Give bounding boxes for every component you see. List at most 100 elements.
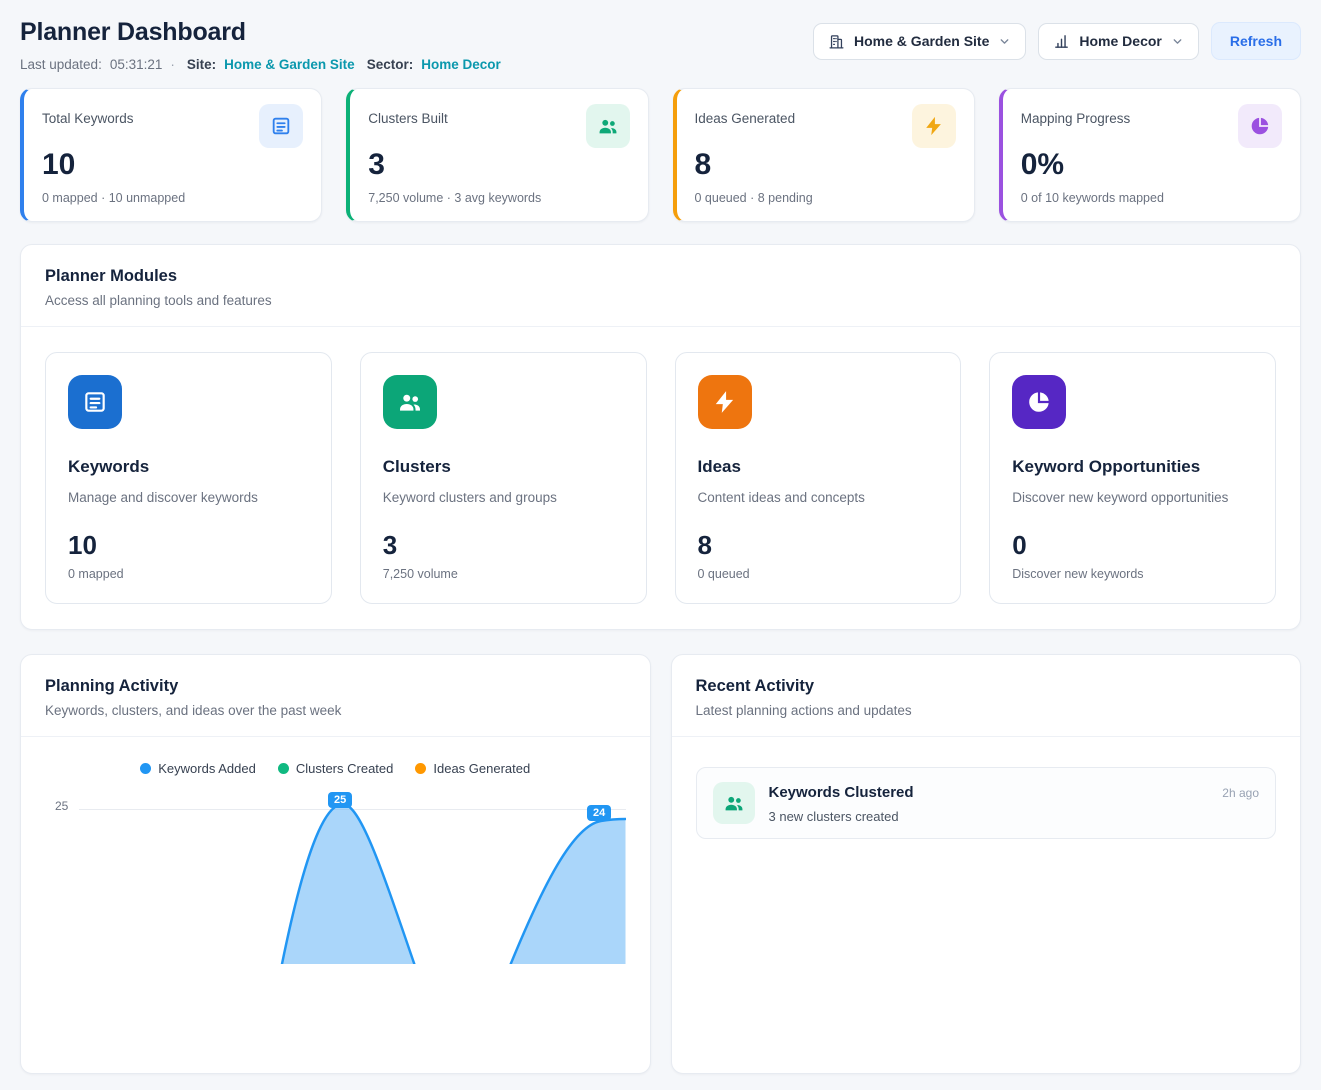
stat-card-ideas-generated: Ideas Generated 8 0 queued · 8 pending — [673, 88, 975, 222]
site-selector-label: Home & Garden Site — [854, 33, 989, 49]
document-icon — [68, 375, 122, 429]
stat-label: Ideas Generated — [695, 104, 796, 126]
planner-modules-panel: Planner Modules Access all planning tool… — [20, 244, 1301, 630]
legend-label: Clusters Created — [296, 761, 394, 776]
module-detail: 7,250 volume — [383, 567, 624, 581]
module-value: 3 — [383, 531, 624, 560]
planner-dashboard-page: Planner Dashboard Last updated: 05:31:21… — [0, 0, 1321, 1090]
legend-item-clusters-created: Clusters Created — [278, 761, 394, 776]
module-value: 0 — [1012, 531, 1253, 560]
module-title: Clusters — [383, 457, 624, 477]
module-description: Manage and discover keywords — [68, 490, 309, 505]
lightning-icon — [912, 104, 956, 148]
legend-item-ideas-generated: Ideas Generated — [415, 761, 530, 776]
sector-label: Sector: — [367, 57, 414, 72]
activity-timestamp: 2h ago — [1222, 782, 1259, 800]
pie-chart-icon — [1238, 104, 1282, 148]
module-card-keyword-opportunities[interactable]: Keyword Opportunities Discover new keywo… — [989, 352, 1276, 604]
activity-list: Keywords Clustered 3 new clusters create… — [672, 737, 1301, 863]
module-title: Keyword Opportunities — [1012, 457, 1253, 477]
keywords-added-area-series — [79, 784, 626, 964]
sector-link[interactable]: Home Decor — [421, 57, 501, 72]
data-point-badge: 24 — [587, 805, 611, 821]
pie-chart-icon — [1012, 375, 1066, 429]
module-detail: 0 queued — [698, 567, 939, 581]
module-title: Keywords — [68, 457, 309, 477]
module-detail: 0 mapped — [68, 567, 309, 581]
module-description: Keyword clusters and groups — [383, 490, 624, 505]
meta-separator: · — [170, 57, 175, 72]
stats-row: Total Keywords 10 0 mapped · 10 unmapped… — [20, 88, 1301, 222]
section-title: Planning Activity — [45, 677, 626, 696]
stat-detail: 0 mapped · 10 unmapped — [42, 191, 303, 205]
site-selector[interactable]: Home & Garden Site — [813, 23, 1026, 60]
stat-label: Mapping Progress — [1021, 104, 1131, 126]
header-left: Planner Dashboard Last updated: 05:31:21… — [20, 16, 501, 72]
modules-grid: Keywords Manage and discover keywords 10… — [21, 326, 1300, 629]
module-title: Ideas — [698, 457, 939, 477]
refresh-button[interactable]: Refresh — [1211, 22, 1301, 60]
module-description: Discover new keyword opportunities — [1012, 490, 1253, 505]
stat-card-total-keywords: Total Keywords 10 0 mapped · 10 unmapped — [20, 88, 322, 222]
module-value: 10 — [68, 531, 309, 560]
activity-title: Keywords Clustered — [769, 784, 1209, 801]
legend-dot-icon — [415, 763, 426, 774]
section-subtitle: Access all planning tools and features — [45, 293, 1276, 308]
module-description: Content ideas and concepts — [698, 490, 939, 505]
legend-label: Ideas Generated — [433, 761, 530, 776]
bar-chart-icon — [1053, 33, 1070, 50]
section-subtitle: Keywords, clusters, and ideas over the p… — [45, 703, 626, 718]
recent-activity-header: Recent Activity Latest planning actions … — [672, 655, 1301, 737]
users-icon — [713, 782, 755, 824]
stat-value: 3 — [368, 148, 629, 181]
stat-value: 8 — [695, 148, 956, 181]
module-card-keywords[interactable]: Keywords Manage and discover keywords 10… — [45, 352, 332, 604]
last-updated-label: Last updated: — [20, 57, 102, 72]
activity-list-item: Keywords Clustered 3 new clusters create… — [696, 767, 1277, 839]
legend-dot-icon — [140, 763, 151, 774]
page-title: Planner Dashboard — [20, 18, 501, 47]
lightning-icon — [698, 375, 752, 429]
stat-value: 0% — [1021, 148, 1282, 181]
section-title: Recent Activity — [696, 677, 1277, 696]
users-icon — [586, 104, 630, 148]
y-axis-tick: 25 — [55, 799, 68, 813]
stat-label: Total Keywords — [42, 104, 134, 126]
building-icon — [828, 33, 845, 50]
recent-activity-panel: Recent Activity Latest planning actions … — [671, 654, 1302, 1074]
header-actions: Home & Garden Site Home Decor Refresh — [813, 22, 1301, 60]
legend-item-keywords-added: Keywords Added — [140, 761, 256, 776]
module-card-ideas[interactable]: Ideas Content ideas and concepts 8 0 que… — [675, 352, 962, 604]
site-label: Site: — [187, 57, 216, 72]
stat-card-mapping-progress: Mapping Progress 0% 0 of 10 keywords map… — [999, 88, 1301, 222]
activity-description: 3 new clusters created — [769, 809, 1209, 824]
bottom-row: Planning Activity Keywords, clusters, an… — [20, 654, 1301, 1074]
document-icon — [259, 104, 303, 148]
planning-activity-panel: Planning Activity Keywords, clusters, an… — [20, 654, 651, 1074]
header-meta: Last updated: 05:31:21 · Site: Home & Ga… — [20, 57, 501, 72]
site-link[interactable]: Home & Garden Site — [224, 57, 355, 72]
chevron-down-icon — [1171, 35, 1184, 48]
stat-detail: 0 queued · 8 pending — [695, 191, 956, 205]
stat-detail: 7,250 volume · 3 avg keywords — [368, 191, 629, 205]
planner-modules-header: Planner Modules Access all planning tool… — [21, 245, 1300, 326]
chart-legend: Keywords Added Clusters Created Ideas Ge… — [21, 761, 650, 776]
legend-dot-icon — [278, 763, 289, 774]
section-subtitle: Latest planning actions and updates — [696, 703, 1277, 718]
sector-selector[interactable]: Home Decor — [1038, 23, 1198, 60]
data-point-badge: 25 — [328, 792, 352, 808]
sector-selector-label: Home Decor — [1079, 33, 1161, 49]
module-card-clusters[interactable]: Clusters Keyword clusters and groups 3 7… — [360, 352, 647, 604]
section-title: Planner Modules — [45, 267, 1276, 286]
stat-label: Clusters Built — [368, 104, 448, 126]
last-updated-value: 05:31:21 — [110, 57, 163, 72]
stat-value: 10 — [42, 148, 303, 181]
activity-body: Keywords Clustered 3 new clusters create… — [769, 782, 1209, 824]
users-icon — [383, 375, 437, 429]
page-header: Planner Dashboard Last updated: 05:31:21… — [20, 16, 1301, 72]
stat-detail: 0 of 10 keywords mapped — [1021, 191, 1282, 205]
legend-label: Keywords Added — [158, 761, 256, 776]
module-value: 8 — [698, 531, 939, 560]
stat-card-clusters-built: Clusters Built 3 7,250 volume · 3 avg ke… — [346, 88, 648, 222]
planning-activity-header: Planning Activity Keywords, clusters, an… — [21, 655, 650, 737]
